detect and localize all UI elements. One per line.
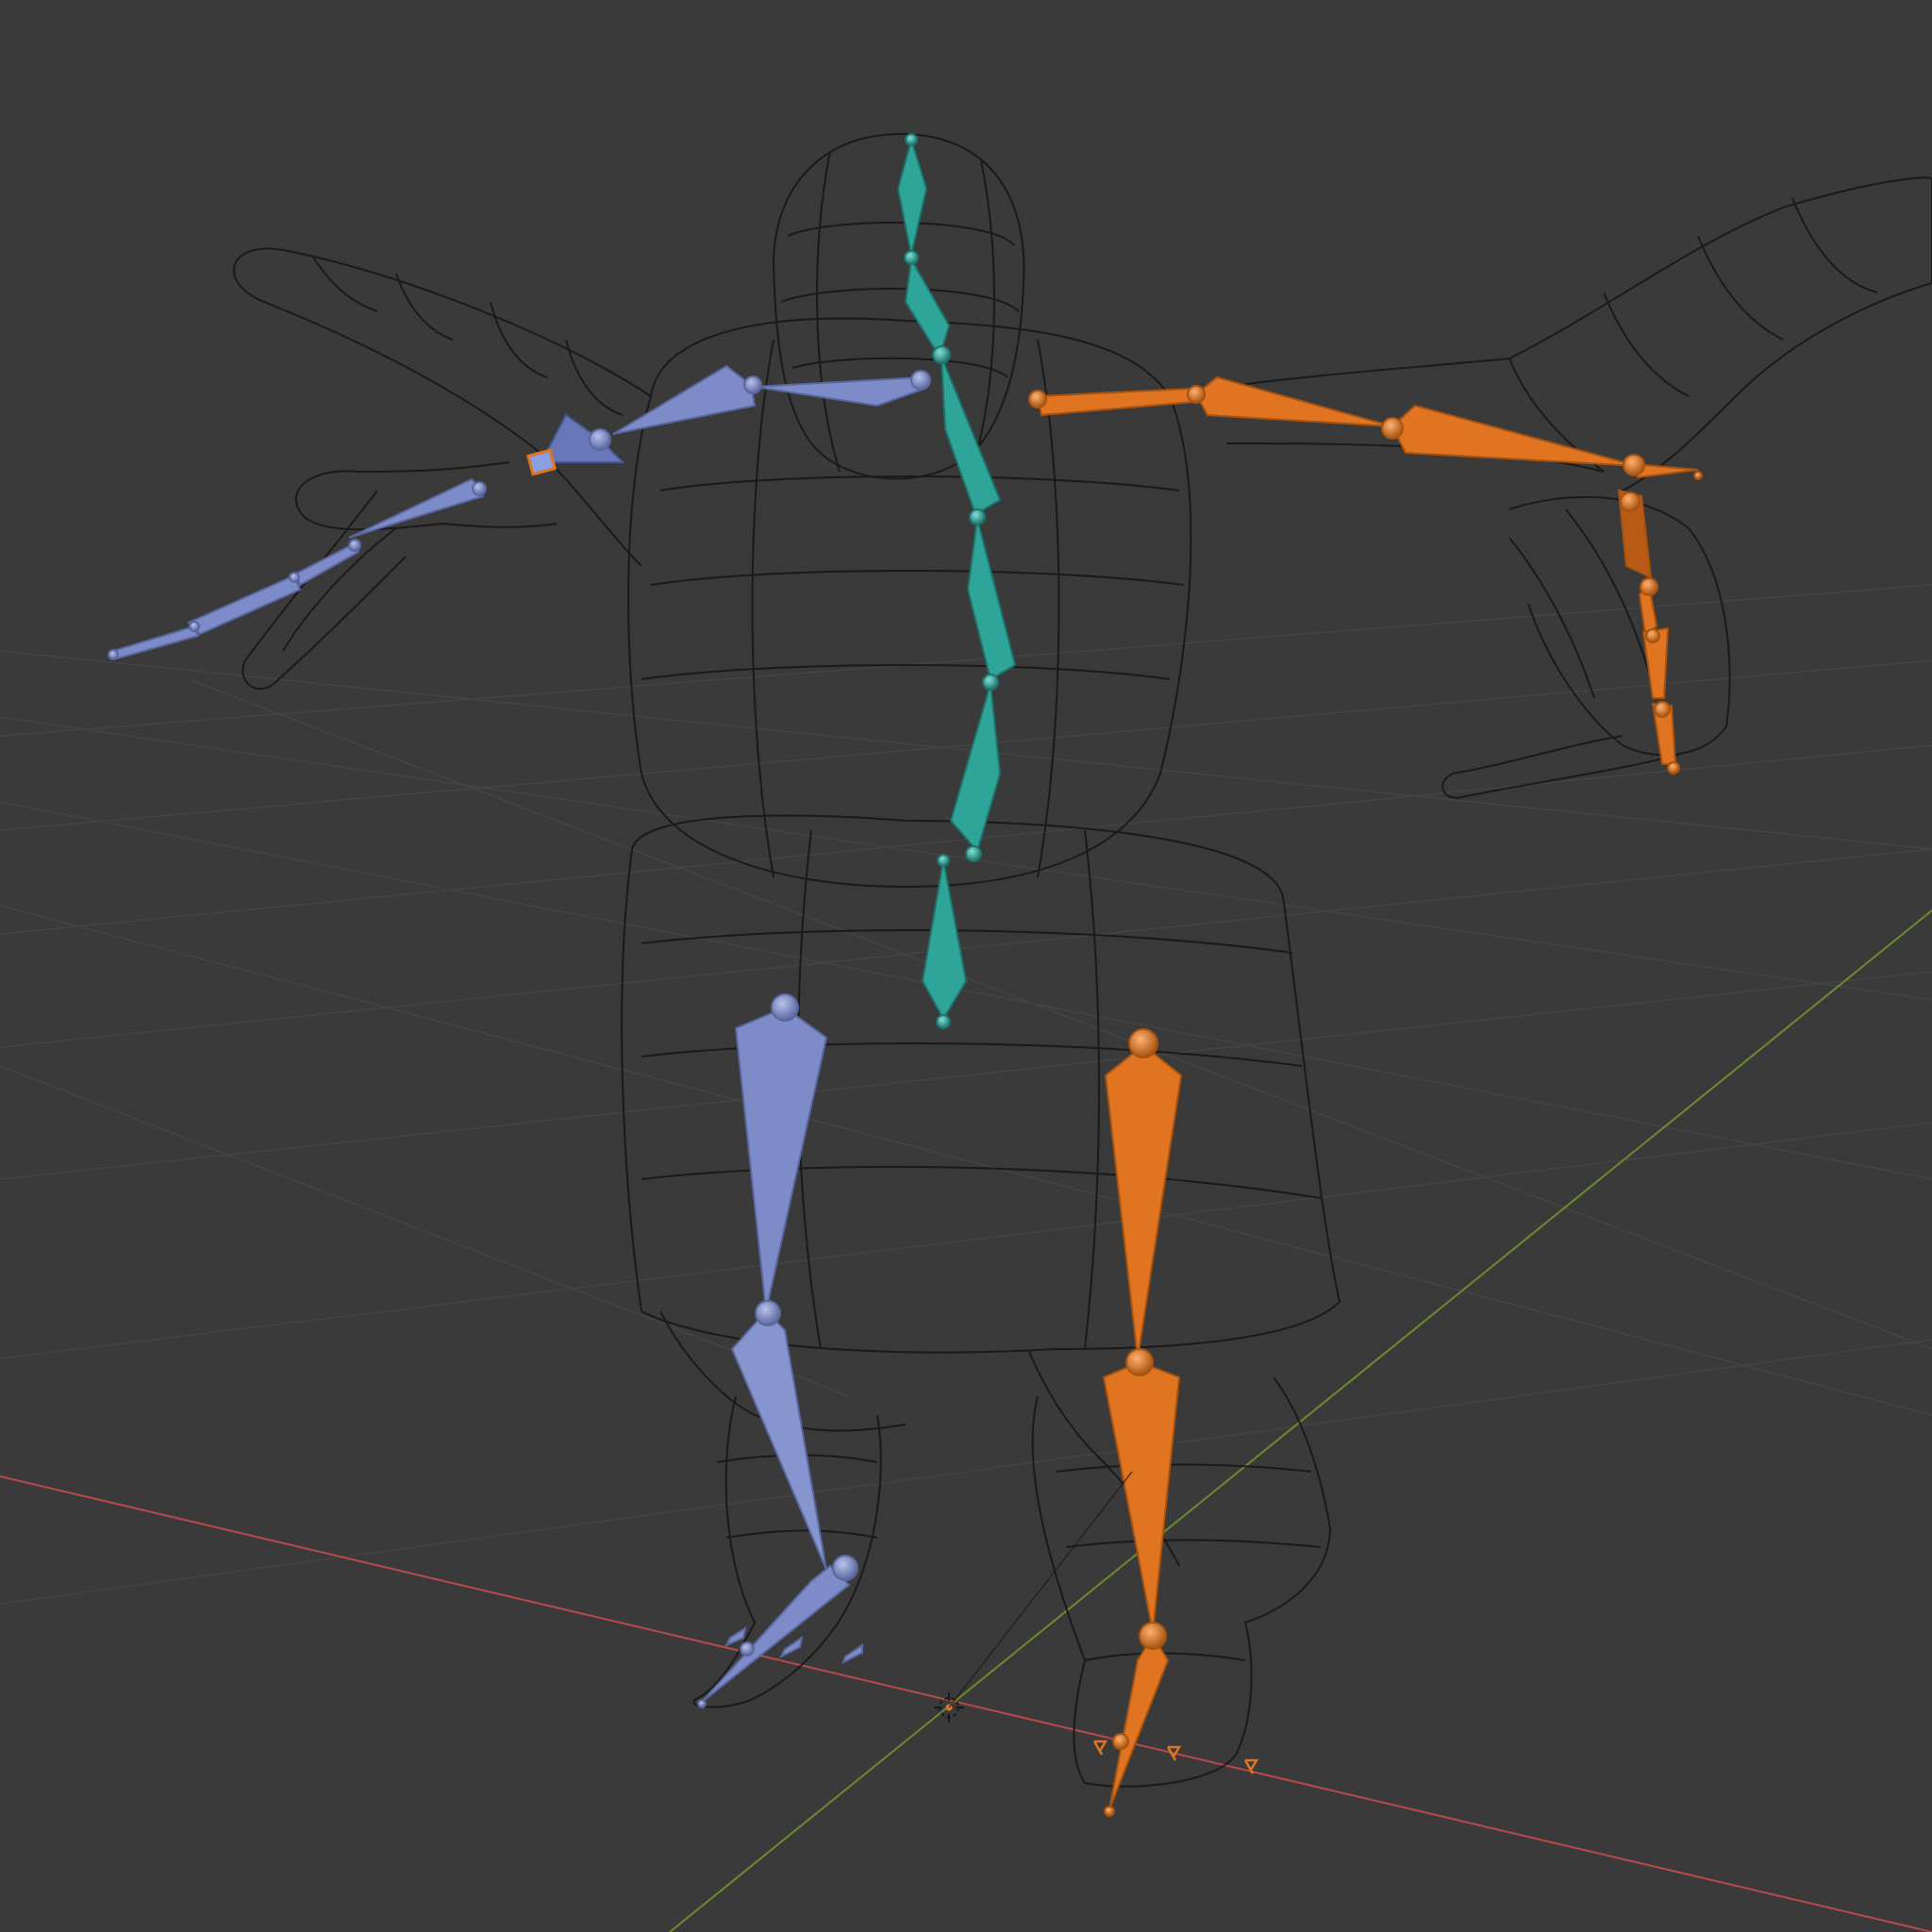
viewport-background: [0, 0, 1932, 1932]
3d-viewport[interactable]: [0, 0, 1932, 1932]
left-hand-selected-bone[interactable]: [525, 448, 558, 476]
